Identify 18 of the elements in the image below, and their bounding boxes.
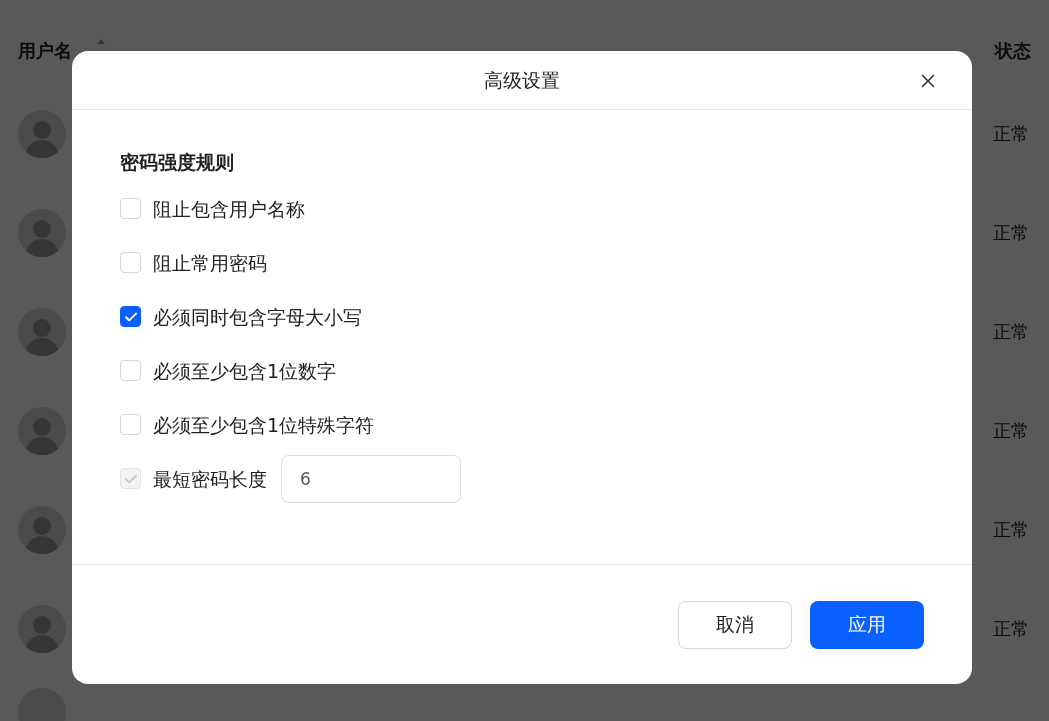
status-text: 正常 (993, 320, 1029, 344)
dialog-title: 高级设置 (484, 67, 560, 93)
status-text: 正常 (993, 419, 1029, 443)
status-text: 正常 (993, 122, 1029, 146)
apply-button[interactable]: 应用 (810, 600, 924, 649)
column-header: 状态 (995, 38, 1031, 63)
checkbox-label: 必须同时包含字母大小写 (153, 304, 362, 329)
checkbox-label: 必须至少包含1位特殊字符 (153, 412, 375, 437)
checkbox-label: 阻止包含用户名称 (153, 196, 305, 221)
cancel-button[interactable]: 取消 (678, 600, 792, 649)
column-header: 用户名 (18, 38, 72, 63)
status-text: 正常 (993, 617, 1029, 641)
section-title: 密码强度规则 (120, 150, 235, 175)
status-text: 正常 (993, 221, 1029, 245)
checkbox-label: 阻止常用密码 (153, 250, 267, 275)
checkbox-label: 必须至少包含1位数字 (153, 358, 337, 383)
checkbox-label: 最短密码长度 (153, 466, 267, 491)
status-text: 正常 (993, 518, 1029, 542)
